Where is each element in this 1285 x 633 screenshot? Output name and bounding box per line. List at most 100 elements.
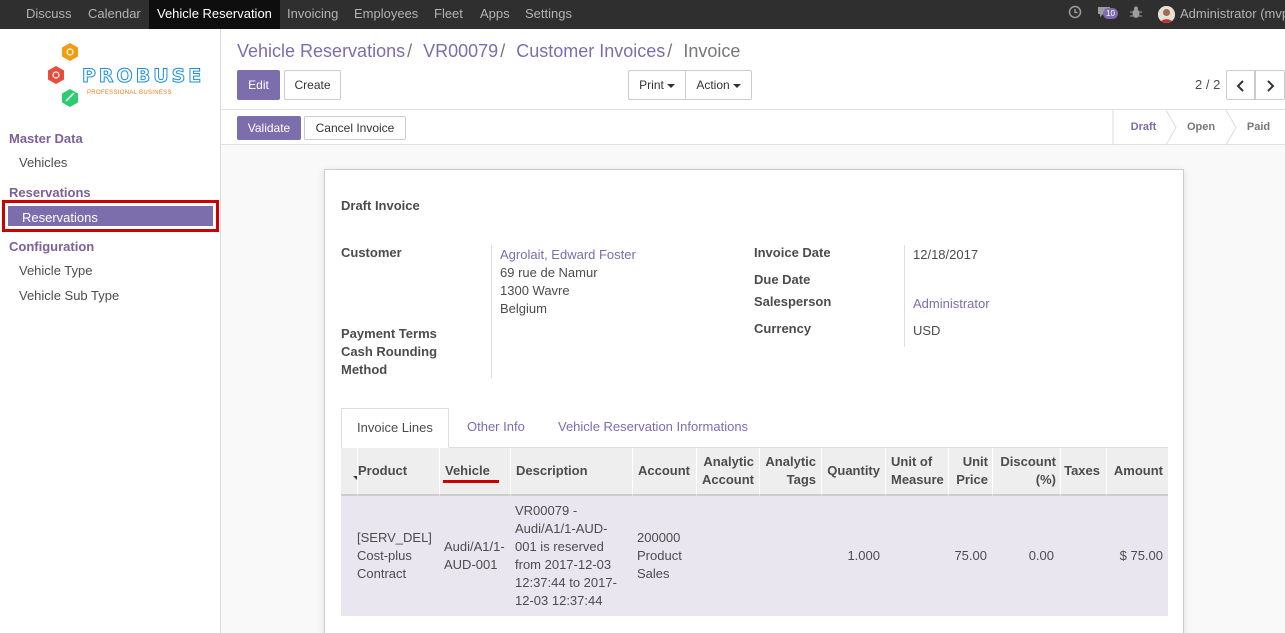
salesperson-link[interactable]: Administrator [913,296,990,311]
customer-label: Customer [341,245,402,260]
header-product[interactable]: Product [357,448,439,496]
customer-address-line1: 69 rue de Namur [500,265,598,280]
form-title: Draft Invoice [341,198,420,213]
chevron-right-icon [1267,80,1275,92]
invoice-date-label: Invoice Date [754,245,831,260]
breadcrumb-customer-invoices[interactable]: Customer Invoices [516,41,665,61]
breadcrumb-vehicle-reservations[interactable]: Vehicle Reservations [237,41,405,61]
cash-rounding-label-line2: Method [341,362,388,377]
sidebar-item-vehicle-sub-type[interactable]: Vehicle Sub Type [19,288,119,303]
bug-icon[interactable] [1130,6,1142,22]
customer-address-line2: 1300 Wavre [500,283,570,298]
sidebar-item-reservations[interactable]: Reservations [2,200,219,232]
control-panel: Vehicle Reservations / VR00079/ Customer … [221,29,1285,110]
customer-address-line3: Belgium [500,301,547,316]
vehicle-underline-highlight [443,480,499,483]
active-item-background: Reservations [8,206,213,226]
tab-vehicle-reservation-informations[interactable]: Vehicle Reservation Informations [543,408,763,448]
cancel-invoice-button[interactable]: Cancel Invoice [304,116,406,140]
header-quantity[interactable]: Quantity [821,448,885,496]
sidebar-item-vehicles[interactable]: Vehicles [19,155,67,170]
sidebar-item-vehicle-type[interactable]: Vehicle Type [19,263,92,278]
salesperson-label: Salesperson [754,294,832,309]
cell-taxes [1060,496,1100,616]
cell-unit-price: 75.00 [954,548,987,563]
notebook-tabs: Invoice Lines Other Info Vehicle Reserva… [341,408,1168,448]
logo-text: PROBUSE [81,65,205,88]
chevron-left-icon [1236,80,1244,92]
breadcrumb-invoice: Invoice [683,41,741,61]
top-navbar: Discuss Calendar Vehicle Reservation Inv… [0,0,1285,29]
stage-paid[interactable]: Paid [1236,110,1281,144]
breadcrumb-vr00079[interactable]: VR00079 [423,41,498,61]
sidebar-heading-master-data[interactable]: Master Data [9,131,83,146]
print-dropdown[interactable]: Print [628,70,686,100]
payment-terms-label: Payment Terms [341,326,437,341]
menu-calendar[interactable]: Calendar [80,0,149,29]
header-taxes[interactable]: Taxes [1060,448,1106,496]
currency-label: Currency [754,321,812,336]
header-description[interactable]: Description [510,448,632,496]
menu-fleet[interactable]: Fleet [426,0,471,29]
probuse-logo: PROBUSE PROFESSIONAL BUSINESS [40,41,202,117]
menu-invoicing[interactable]: Invoicing [279,0,346,29]
edit-button[interactable]: Edit [237,70,280,100]
pager-previous-button[interactable] [1226,70,1255,100]
tab-other-info[interactable]: Other Info [452,408,540,448]
cell-description: VR00079 - Audi/A1/1-AUD-001 is reserved … [515,503,617,608]
header-unit-price[interactable]: Unit Price [948,448,992,496]
create-button[interactable]: Create [284,70,341,100]
header-label: Unit of Measure [891,454,944,487]
sidebar-heading-configuration[interactable]: Configuration [9,239,94,254]
status-bar: Validate Cancel Invoice Draft Open Paid [221,110,1285,145]
caret-down-icon [666,83,675,88]
sidebar-heading-reservations[interactable]: Reservations [9,185,91,200]
validate-button[interactable]: Validate [237,116,301,140]
header-label: Account [638,463,690,478]
menu-settings[interactable]: Settings [517,0,580,29]
header-vehicle[interactable]: Vehicle [439,448,510,496]
stage-open[interactable]: Open [1176,110,1226,144]
action-label: Action [696,78,730,92]
header-label: Quantity [827,463,880,478]
field-separator [904,245,905,347]
cell-product: [SERV_DEL] Cost-plus Contract [357,530,432,581]
header-account[interactable]: Account [632,448,696,496]
messages-count-badge: 10 [1103,8,1118,19]
header-discount[interactable]: Discount (%) [992,448,1060,496]
header-label: Analytic Tags [765,454,816,487]
sort-column [341,448,361,496]
header-amount[interactable]: Amount [1106,448,1168,496]
clock-icon[interactable] [1068,5,1082,22]
logo-tagline: PROFESSIONAL BUSINESS [87,90,172,96]
cell-amount: $ 75.00 [1119,548,1163,563]
header-unit-of-measure[interactable]: Unit of Measure [885,448,948,496]
cell-account: 200000 Product Sales [637,530,682,581]
header-label: Unit Price [956,454,988,487]
header-label: Taxes [1064,463,1100,478]
currency-value: USD [913,323,941,338]
print-label: Print [639,78,664,92]
header-label: Analytic Account [702,454,754,487]
menu-vehicle-reservation[interactable]: Vehicle Reservation [149,0,280,29]
table-row[interactable]: [SERV_DEL] Cost-plus Contract Audi/A1/1-… [341,496,1168,616]
header-label: Vehicle [445,463,490,478]
action-dropdown[interactable]: Action [685,70,752,100]
tab-invoice-lines[interactable]: Invoice Lines [341,408,449,448]
menu-employees[interactable]: Employees [346,0,426,29]
user-menu[interactable]: Administrator (mvp [1180,6,1285,21]
stage-draft[interactable]: Draft [1116,110,1171,144]
header-analytic-tags[interactable]: Analytic Tags [759,448,821,496]
sidebar: PROBUSE PROFESSIONAL BUSINESS Master Dat… [0,29,221,633]
header-analytic-account[interactable]: Analytic Account [696,448,759,496]
cell-analytic-tags [759,496,816,616]
menu-apps[interactable]: Apps [472,0,518,29]
pager-next-button[interactable] [1255,70,1285,100]
cell-analytic-account [696,496,754,616]
menu-discuss[interactable]: Discuss [18,0,80,29]
breadcrumb: Vehicle Reservations / VR00079/ Customer … [237,41,741,61]
customer-name-link[interactable]: Agrolait, Edward Foster [500,247,636,262]
cell-discount: 0.00 [1028,548,1054,563]
invoice-form-sheet: Draft Invoice Customer Agrolait, Edward … [324,169,1184,633]
avatar[interactable] [1158,6,1175,23]
